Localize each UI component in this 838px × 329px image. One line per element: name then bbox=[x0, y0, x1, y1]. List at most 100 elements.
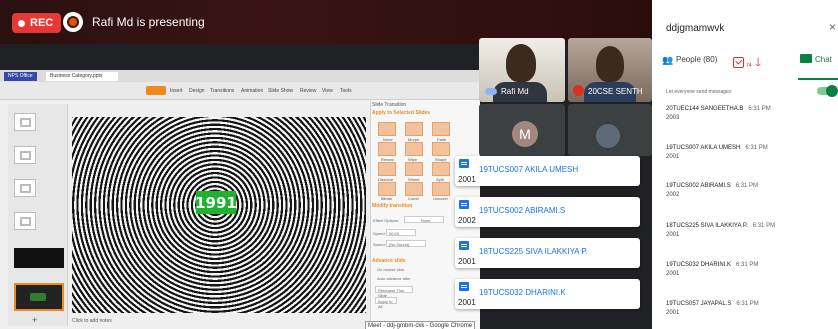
ribbon-tools[interactable]: Tools bbox=[340, 88, 352, 94]
slide-canvas[interactable] bbox=[72, 117, 366, 313]
ribbon-insert[interactable]: Insert bbox=[170, 88, 183, 94]
slide-thumb-icon bbox=[20, 151, 31, 160]
chat-notification[interactable]: 19TUCS007 AKILA UMESH 2001 bbox=[455, 156, 640, 186]
chat-message: 19TUCS007 AKILA UMESH 6:31 PM 2001 bbox=[666, 145, 831, 160]
notification-sender: 19TUCS007 AKILA UMESH bbox=[479, 165, 579, 174]
transition-label: Blinds bbox=[381, 196, 392, 201]
slide-thumb-icon bbox=[20, 217, 31, 226]
ribbon-home-active[interactable] bbox=[146, 86, 166, 95]
meet-window: REC Rafi Md is presenting NPS Office Bus… bbox=[0, 0, 838, 329]
presenter-avatar bbox=[63, 12, 83, 32]
chat-message: 19TUCS002 ABIRAMI.S 6:31 PM 2002 bbox=[666, 183, 831, 198]
sound-select[interactable]: [No Sound] bbox=[386, 240, 426, 247]
slide-thumb-year-icon bbox=[30, 293, 46, 301]
message-text: 2003 bbox=[666, 115, 680, 121]
apply-to-all-button[interactable]: Apply to All bbox=[375, 297, 397, 309]
message-sender: 19TUCS007 AKILA UMESH bbox=[666, 145, 741, 151]
send-messages-label: Let everyone send messages bbox=[666, 89, 732, 95]
slide-year-label: 1991 bbox=[195, 191, 237, 214]
slide-thumb[interactable] bbox=[14, 179, 36, 197]
ribbon-animation[interactable]: Animation bbox=[241, 88, 263, 94]
people-tab[interactable]: People (80) bbox=[676, 55, 717, 64]
participant-avatar-photo bbox=[596, 124, 620, 148]
message-text: 2001 bbox=[666, 154, 680, 160]
ribbon-design[interactable]: Design bbox=[189, 88, 205, 94]
people-icon[interactable]: 👥 bbox=[662, 55, 673, 66]
message-text: 2001 bbox=[666, 232, 680, 238]
slide-thumb-selected[interactable] bbox=[14, 283, 64, 311]
effect-options-select[interactable]: None bbox=[404, 216, 444, 223]
ribbon-transitions[interactable]: Transitions bbox=[210, 88, 234, 94]
slide-thumb[interactable] bbox=[14, 248, 64, 268]
chat-notification[interactable]: 18TUCS225 SIVA ILAKKIYA P. 2001 bbox=[455, 238, 640, 268]
message-sender: 18TUCS225 SIVA ILAKKIYA P. bbox=[666, 223, 748, 229]
app-ribbon: Insert Design Transitions Animation Slid… bbox=[0, 84, 480, 100]
notification-sender: 19TUCS002 ABIRAMI.S bbox=[479, 206, 566, 215]
participant-video bbox=[506, 44, 536, 82]
message-time: 6:31 PM bbox=[735, 183, 759, 189]
apply-to-selected-label: Apply to Selected Slides bbox=[372, 110, 431, 116]
sound-label: Sound: bbox=[373, 242, 386, 247]
recording-badge: REC bbox=[12, 13, 62, 33]
video-tile-senth[interactable]: 20CSE SENTH bbox=[568, 38, 652, 102]
chat-tab[interactable]: Chat bbox=[815, 55, 832, 64]
add-slide-button[interactable]: + bbox=[32, 315, 37, 325]
video-tile-rafi[interactable]: Rafi Md bbox=[479, 38, 565, 102]
transition-wheel[interactable] bbox=[405, 162, 423, 176]
close-panel-icon[interactable]: × bbox=[829, 20, 836, 34]
chat-tab-indicator bbox=[798, 78, 838, 80]
chat-notification[interactable]: 19TUCS002 ABIRAMI.S 2002 bbox=[455, 197, 640, 227]
speed-field[interactable]: 00.00 bbox=[386, 229, 416, 236]
transition-reveal[interactable] bbox=[378, 142, 396, 156]
activities-icon[interactable] bbox=[733, 57, 744, 68]
transition-morph[interactable] bbox=[405, 122, 423, 136]
message-time: 6:31 PM bbox=[736, 262, 759, 268]
slide-thumb[interactable] bbox=[14, 146, 36, 164]
transition-none[interactable] bbox=[378, 122, 396, 136]
transition-comb[interactable] bbox=[405, 182, 423, 196]
transition-blinds[interactable] bbox=[378, 182, 396, 196]
ribbon-view[interactable]: View bbox=[322, 88, 333, 94]
app-tab-home[interactable]: NPS Office bbox=[4, 72, 37, 81]
auto-advance-option[interactable]: Auto advance after bbox=[377, 276, 411, 281]
send-messages-toggle[interactable] bbox=[817, 85, 838, 97]
modify-transition-label: Modify transition bbox=[372, 203, 413, 209]
notification-message: 2001 bbox=[458, 175, 476, 184]
transition-split[interactable] bbox=[432, 162, 450, 176]
transition-shape[interactable] bbox=[432, 142, 450, 156]
chat-message: 20TUEC144 SANGEETHA.B 6:31 PM 2003 bbox=[666, 106, 831, 121]
slide-thumb-icon bbox=[20, 118, 31, 127]
participant-avatar: M bbox=[512, 121, 538, 147]
slide-thumb[interactable] bbox=[14, 113, 36, 131]
transition-wipe[interactable] bbox=[405, 142, 423, 156]
chat-notification[interactable]: 19TUCS032 DHARINI.K 2001 bbox=[455, 279, 640, 309]
app-tab-document[interactable]: Business Category.pptx bbox=[46, 72, 118, 81]
effect-options-label: Effect Options: bbox=[373, 218, 400, 223]
on-mouse-click-option[interactable]: On mouse click bbox=[377, 267, 404, 272]
message-sender: 19TUCS002 ABIRAMI.S bbox=[666, 183, 731, 189]
notes-field[interactable]: Click to add notes bbox=[72, 318, 112, 324]
chat-message: 18TUCS225 SIVA ILAKKIYA P. 6:31 PM 2001 bbox=[666, 223, 831, 238]
slide-thumb[interactable] bbox=[14, 212, 36, 230]
toggle-knob bbox=[826, 85, 838, 97]
notification-message: 2002 bbox=[458, 216, 476, 225]
slide-thumb-icon bbox=[20, 184, 31, 193]
rehearse-button[interactable]: Rehearse This Slide bbox=[375, 286, 413, 298]
record-dot-icon bbox=[18, 19, 25, 27]
message-time: 6:31 PM bbox=[748, 106, 771, 112]
transition-label: Comb bbox=[408, 196, 419, 201]
chat-message: 19TUCS057 JAYAPAL.S 6:31 PM 2001 bbox=[666, 301, 831, 316]
arrow-down-icon: 🡓 bbox=[755, 55, 762, 69]
chat-icon[interactable] bbox=[800, 54, 812, 63]
message-sender: 19TUCS057 JAYAPAL.S bbox=[666, 301, 732, 307]
activities-count: 74 bbox=[746, 63, 752, 69]
chat-bubble-icon bbox=[459, 282, 469, 291]
ribbon-slideshow[interactable]: Slide Show bbox=[268, 88, 293, 94]
transition-uncover[interactable] bbox=[432, 182, 450, 196]
chat-bubble-icon bbox=[459, 159, 469, 168]
ribbon-review[interactable]: Review bbox=[300, 88, 316, 94]
presenter-avatar-icon bbox=[67, 16, 79, 28]
audio-level-icon bbox=[485, 88, 497, 95]
transition-dissolve[interactable] bbox=[378, 162, 396, 176]
transition-fade[interactable] bbox=[432, 122, 450, 136]
